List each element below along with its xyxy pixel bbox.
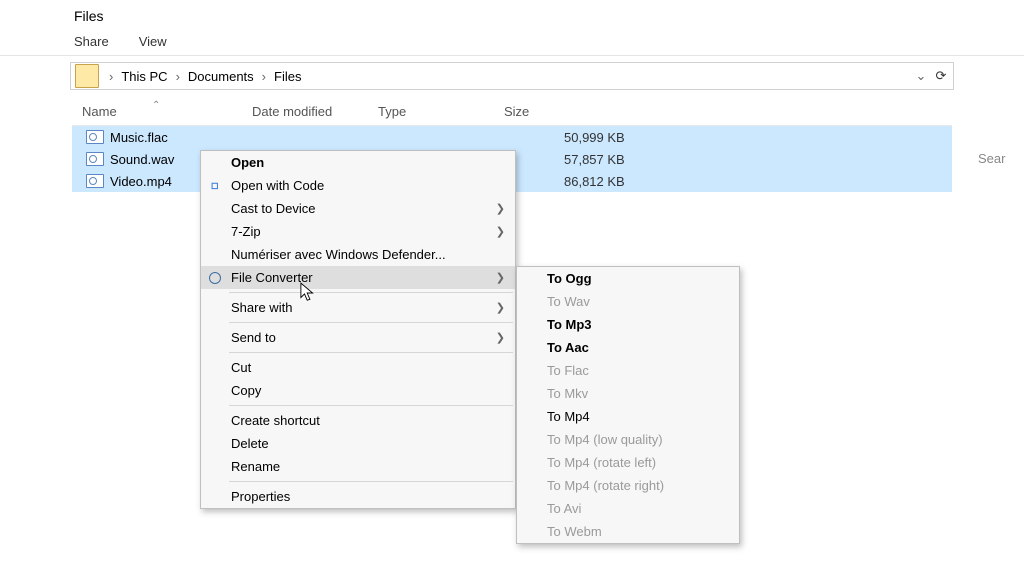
- menu-label: 7-Zip: [231, 224, 261, 239]
- menu-copy[interactable]: Copy: [201, 379, 515, 402]
- submenu-to-flac[interactable]: To Flac: [517, 359, 739, 382]
- tab-view[interactable]: View: [139, 34, 167, 49]
- breadcrumb-part[interactable]: Files: [272, 69, 303, 84]
- file-size: 57,857 KB: [564, 152, 625, 167]
- file-row[interactable]: Music.flac 50,999 KB: [72, 126, 952, 148]
- submenu-to-avi[interactable]: To Avi: [517, 497, 739, 520]
- ribbon-tabs: Share View: [0, 24, 1024, 56]
- breadcrumb-bar[interactable]: › This PC › Documents › Files ⌄ ⟳: [70, 62, 954, 90]
- submenu-to-mkv[interactable]: To Mkv: [517, 382, 739, 405]
- breadcrumb[interactable]: › This PC › Documents › Files: [105, 69, 303, 84]
- chevron-right-icon: ›: [105, 69, 117, 84]
- menu-rename[interactable]: Rename: [201, 455, 515, 478]
- sort-asc-icon: ⌃: [152, 100, 160, 111]
- chevron-right-icon: ›: [172, 69, 184, 84]
- menu-file-converter[interactable]: File Converter ❯: [201, 266, 515, 289]
- search-input[interactable]: Sear: [970, 144, 1024, 172]
- menu-label: Copy: [231, 383, 261, 398]
- submenu-to-mp4-rotate-right[interactable]: To Mp4 (rotate right): [517, 474, 739, 497]
- file-icon: [86, 174, 104, 188]
- chevron-right-icon: ❯: [496, 331, 505, 344]
- column-size[interactable]: Size: [504, 104, 604, 119]
- file-size: 50,999 KB: [564, 130, 625, 145]
- menu-label: Share with: [231, 300, 292, 315]
- window-title: Files: [0, 0, 1024, 24]
- menu-separator: [229, 292, 513, 293]
- menu-share-with[interactable]: Share with ❯: [201, 296, 515, 319]
- menu-label: Delete: [231, 436, 269, 451]
- menu-cast-to-device[interactable]: Cast to Device ❯: [201, 197, 515, 220]
- file-icon: [86, 152, 104, 166]
- refresh-icon[interactable]: ⟳: [933, 68, 949, 84]
- menu-cut[interactable]: Cut: [201, 356, 515, 379]
- submenu-to-mp4-low[interactable]: To Mp4 (low quality): [517, 428, 739, 451]
- menu-7zip[interactable]: 7-Zip ❯: [201, 220, 515, 243]
- menu-label: Properties: [231, 489, 290, 504]
- file-name: Music.flac: [110, 130, 252, 145]
- menu-separator: [229, 405, 513, 406]
- chevron-right-icon: ❯: [496, 202, 505, 215]
- menu-windows-defender[interactable]: Numériser avec Windows Defender...: [201, 243, 515, 266]
- column-date[interactable]: Date modified: [252, 104, 378, 119]
- chevron-right-icon: ❯: [496, 301, 505, 314]
- menu-label: Open: [231, 155, 264, 170]
- menu-label: Numériser avec Windows Defender...: [231, 247, 446, 262]
- column-name[interactable]: Name ⌃: [72, 104, 252, 119]
- breadcrumb-part[interactable]: This PC: [119, 69, 169, 84]
- chevron-down-icon[interactable]: ⌄: [913, 68, 929, 84]
- submenu-to-mp4[interactable]: To Mp4: [517, 405, 739, 428]
- menu-label: Rename: [231, 459, 280, 474]
- file-converter-icon: [207, 270, 223, 286]
- menu-label: Cast to Device: [231, 201, 316, 216]
- chevron-right-icon: ❯: [496, 225, 505, 238]
- menu-separator: [229, 481, 513, 482]
- menu-separator: [229, 352, 513, 353]
- menu-create-shortcut[interactable]: Create shortcut: [201, 409, 515, 432]
- menu-label: Send to: [231, 330, 276, 345]
- menu-open[interactable]: Open: [201, 151, 515, 174]
- file-size: 86,812 KB: [564, 174, 625, 189]
- vscode-icon: ◇: [207, 178, 223, 194]
- submenu-to-mp3[interactable]: To Mp3: [517, 313, 739, 336]
- file-icon: [86, 130, 104, 144]
- folder-icon: [75, 64, 99, 88]
- menu-properties[interactable]: Properties: [201, 485, 515, 508]
- menu-label: File Converter: [231, 270, 313, 285]
- submenu-to-wav[interactable]: To Wav: [517, 290, 739, 313]
- submenu-to-webm[interactable]: To Webm: [517, 520, 739, 543]
- menu-open-with-code[interactable]: ◇ Open with Code: [201, 174, 515, 197]
- submenu-to-mp4-rotate-left[interactable]: To Mp4 (rotate left): [517, 451, 739, 474]
- menu-label: Create shortcut: [231, 413, 320, 428]
- breadcrumb-part[interactable]: Documents: [186, 69, 256, 84]
- column-headers[interactable]: Name ⌃ Date modified Type Size: [72, 100, 952, 126]
- menu-label: Cut: [231, 360, 251, 375]
- tab-share[interactable]: Share: [74, 34, 109, 49]
- submenu-to-ogg[interactable]: To Ogg: [517, 267, 739, 290]
- menu-delete[interactable]: Delete: [201, 432, 515, 455]
- menu-label: Open with Code: [231, 178, 324, 193]
- chevron-right-icon: ›: [258, 69, 270, 84]
- chevron-right-icon: ❯: [496, 271, 505, 284]
- menu-send-to[interactable]: Send to ❯: [201, 326, 515, 349]
- context-menu: Open ◇ Open with Code Cast to Device ❯ 7-…: [200, 150, 516, 509]
- file-converter-submenu: To Ogg To Wav To Mp3 To Aac To Flac To M…: [516, 266, 740, 544]
- submenu-to-aac[interactable]: To Aac: [517, 336, 739, 359]
- column-name-label: Name: [82, 104, 117, 119]
- column-type[interactable]: Type: [378, 104, 504, 119]
- menu-separator: [229, 322, 513, 323]
